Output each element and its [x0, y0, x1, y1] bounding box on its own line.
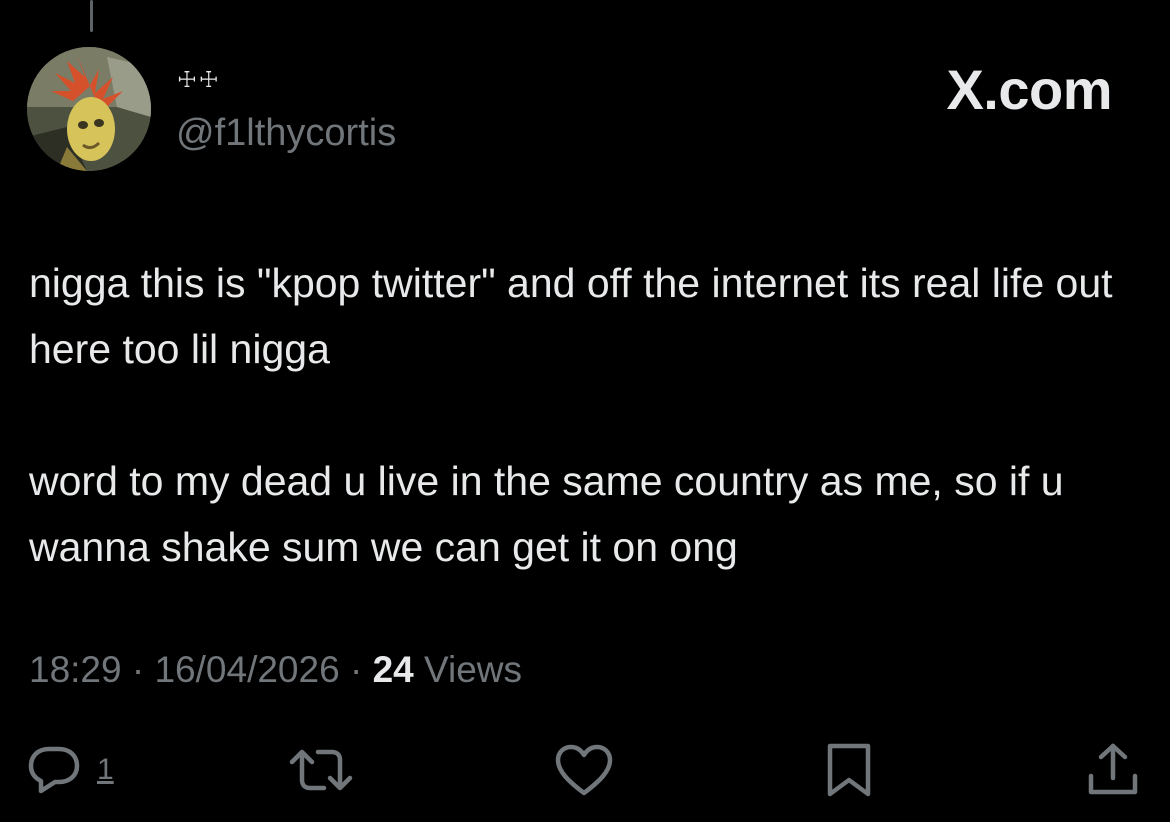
author-handle[interactable]: @f1lthycortis [176, 114, 396, 152]
tweet-paragraph: word to my dead u live in the same count… [29, 458, 1064, 570]
brand-watermark: X.com [946, 58, 1112, 121]
thread-connector-line [90, 0, 93, 32]
like-icon [555, 744, 613, 796]
bookmark-button[interactable] [824, 740, 874, 800]
bookmark-icon [827, 743, 871, 797]
repost-button[interactable] [286, 740, 356, 800]
avatar-image [27, 47, 151, 171]
reply-icon [28, 746, 80, 794]
tweet-meta: 18:29 · 16/04/2026 · 24 Views [29, 651, 522, 688]
tweet-time[interactable]: 18:29 [29, 649, 122, 690]
like-button[interactable] [554, 740, 614, 800]
tweet-paragraph: nigga this is "kpop twitter" and off the… [29, 260, 1113, 372]
views-count[interactable]: 24 [373, 649, 414, 690]
repost-icon [289, 749, 353, 791]
meta-separator: · [121, 649, 155, 690]
share-button[interactable] [1085, 740, 1141, 800]
meta-separator: · [339, 649, 373, 690]
share-icon [1088, 743, 1138, 795]
tweet-date[interactable]: 16/04/2026 [154, 649, 339, 690]
reply-count: 1 [97, 753, 114, 786]
views-label: Views [413, 649, 523, 690]
tweet-text: nigga this is "kpop twitter" and off the… [29, 250, 1139, 580]
author-display-name[interactable]: ☩☩ [177, 70, 220, 92]
reply-button[interactable]: 1 [27, 740, 114, 800]
avatar[interactable] [27, 47, 151, 171]
